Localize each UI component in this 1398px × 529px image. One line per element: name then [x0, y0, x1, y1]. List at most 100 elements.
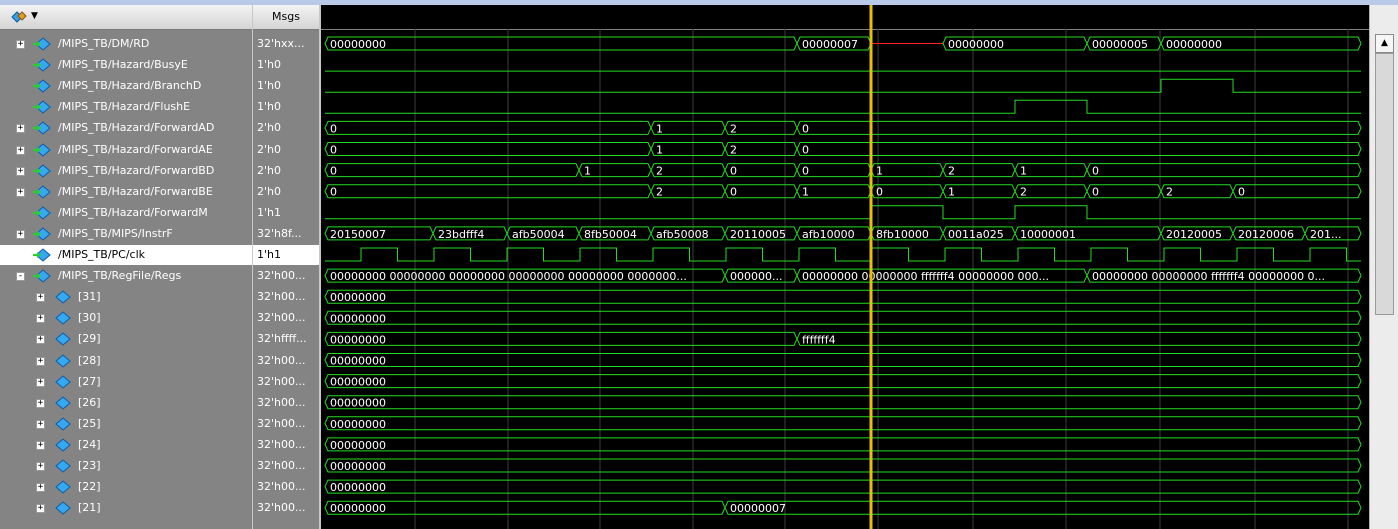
signal-icon [33, 248, 51, 262]
expand-icon[interactable]: + [36, 377, 45, 387]
bus-value-segment [796, 331, 1362, 346]
signal-icon [33, 206, 51, 220]
signal-value: 32'hxx... [257, 37, 305, 50]
signal-row[interactable]: /MIPS_TB/Hazard/FlushE [0, 97, 252, 117]
expand-icon[interactable]: + [36, 440, 45, 450]
bus-value-segment [324, 479, 1362, 494]
expand-icon[interactable]: + [36, 293, 45, 303]
signal-value: 1'h0 [257, 58, 281, 72]
signal-name: /MIPS_TB/DM/RD [58, 37, 150, 50]
expand-icon[interactable]: + [16, 229, 25, 239]
bus-value-label: 20150007 [330, 228, 386, 241]
expand-icon[interactable]: + [36, 335, 45, 345]
signal-row[interactable]: + /MIPS_TB/Hazard/ForwardBE [0, 182, 252, 202]
bus-value-label: 0 [876, 186, 883, 199]
collapse-icon[interactable]: - [16, 272, 25, 282]
bus-value-label: 00000000 [330, 291, 386, 304]
signal-value: 1'h1 [257, 205, 281, 219]
bus-value-segment [324, 163, 580, 178]
bus-signal-icon [55, 459, 71, 473]
expand-icon[interactable]: + [36, 504, 45, 514]
signal-row[interactable]: + [21] [0, 498, 252, 518]
signal-name: /MIPS_TB/Hazard/ForwardM [58, 205, 208, 219]
signal-value: 2'h0 [257, 163, 281, 177]
scroll-up-icon[interactable]: ▲ [1375, 34, 1394, 53]
expand-icon[interactable]: + [36, 314, 45, 324]
waveform-pane[interactable]: 00000000 00000007 00000000 00000005 00000000… [321, 5, 1369, 529]
bus-value-label: 201... [1310, 228, 1342, 241]
signal-name: /MIPS_TB/Hazard/ForwardBD [58, 163, 215, 177]
bus-value-label: 00000000 [1166, 38, 1222, 51]
signal-row[interactable]: + [26] [0, 393, 252, 413]
bus-value-label: 00000000 [330, 38, 386, 51]
scrollbar-thumb[interactable] [1375, 53, 1394, 315]
expand-icon[interactable]: + [16, 187, 25, 197]
waveform-canvas[interactable]: 00000000 00000007 00000000 00000005 00000000… [321, 5, 1369, 529]
signal-name: /MIPS_TB/Hazard/BusyE [58, 58, 188, 72]
bus-signal-icon [55, 501, 71, 515]
bus-signal-icon [55, 396, 71, 410]
bus-value-label: 0 [1092, 186, 1099, 199]
chevron-down-icon[interactable]: ▼ [31, 11, 38, 21]
vertical-scrollbar[interactable]: ▲ [1369, 5, 1398, 529]
signal-row[interactable]: + [24] [0, 435, 252, 455]
bus-value-label: 0 [330, 165, 337, 178]
bit-waveform [325, 99, 1361, 114]
bus-signal-icon [33, 121, 51, 136]
signal-name: /MIPS_TB/Hazard/BranchD [58, 79, 202, 93]
signal-row[interactable]: + [28] [0, 351, 252, 371]
signal-value: 32'h00... [257, 480, 306, 494]
wave-add-icon[interactable] [10, 10, 28, 24]
expand-icon[interactable]: + [16, 40, 25, 49]
bus-value-segment [324, 120, 652, 135]
expand-icon[interactable]: + [36, 462, 45, 471]
bus-value-label: 0 [330, 186, 337, 199]
signal-row[interactable]: /MIPS_TB/Hazard/BusyE [0, 55, 252, 75]
signal-row[interactable]: + /MIPS_TB/MIPS/InstrF [0, 224, 252, 244]
signal-row[interactable]: - /MIPS_TB/RegFile/Regs [0, 266, 252, 286]
signal-row[interactable]: + [29] [0, 329, 252, 349]
msgs-header-label: Msgs [272, 10, 300, 23]
expand-icon[interactable]: + [36, 398, 45, 408]
expand-icon[interactable]: + [16, 124, 25, 134]
bus-value-label: 00000000 [330, 355, 386, 368]
signal-row[interactable]: + [25] [0, 414, 252, 434]
signal-row[interactable]: /MIPS_TB/Hazard/ForwardM [0, 203, 252, 223]
expand-icon[interactable]: + [16, 166, 25, 176]
bus-value-segment [324, 353, 1362, 367]
signal-row[interactable]: + [31] [0, 287, 252, 307]
signal-row[interactable]: + /MIPS_TB/Hazard/ForwardAD [0, 118, 252, 138]
signal-row[interactable]: + [27] [0, 372, 252, 392]
signal-name: /MIPS_TB/RegFile/Regs [58, 269, 182, 283]
bus-value-label: 00000000 [948, 38, 1004, 51]
bus-value-label: 00000000 00000000 fffffff4 00000000 000.… [802, 270, 1049, 283]
signal-row[interactable]: + /MIPS_TB/DM/RD [0, 34, 252, 54]
signal-value: 32'h00... [257, 269, 306, 283]
expand-icon[interactable]: + [36, 419, 45, 429]
expand-icon[interactable]: + [16, 145, 25, 155]
bus-value-segment [324, 395, 1362, 410]
bus-value-label: 1 [802, 186, 809, 199]
bus-value-label: 00000007 [802, 38, 858, 51]
bus-value-label: 00000000 [330, 312, 386, 325]
signal-row[interactable]: /MIPS_TB/PC/clk [0, 245, 252, 265]
expand-icon[interactable]: + [36, 356, 45, 366]
bus-value-label: 2 [730, 144, 737, 157]
signal-row[interactable]: + /MIPS_TB/Hazard/ForwardBD [0, 161, 252, 181]
signal-row[interactable]: + [23] [0, 456, 252, 476]
bus-value-label: 1 [948, 186, 955, 199]
signal-row[interactable]: /MIPS_TB/Hazard/BranchD [0, 76, 252, 96]
signal-value: 2'h0 [257, 121, 281, 135]
bus-value-segment [324, 36, 798, 51]
bus-value-label: 0 [730, 186, 737, 199]
bus-value-label: 23bdfff4 [438, 228, 484, 241]
bus-value-label: 0 [730, 165, 737, 178]
signal-icon [33, 100, 51, 114]
signal-row[interactable]: + /MIPS_TB/Hazard/ForwardAE [0, 140, 252, 160]
signal-row[interactable]: + [30] [0, 308, 252, 328]
bus-value-label: 20120005 [1166, 228, 1222, 241]
bus-value-label: 0 [802, 165, 809, 178]
signal-row[interactable]: + [22] [0, 477, 252, 497]
expand-icon[interactable]: + [36, 483, 45, 493]
clock-waveform [325, 247, 1361, 262]
